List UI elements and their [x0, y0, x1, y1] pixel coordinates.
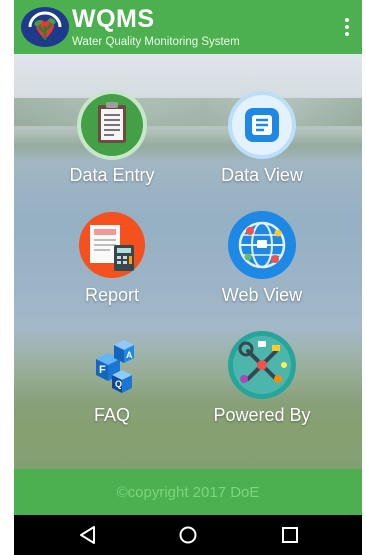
- svg-text:Q: Q: [115, 379, 122, 389]
- clipboard-icon: [77, 90, 147, 160]
- faq-cubes-icon: F A Q: [96, 340, 134, 393]
- report-label: Report: [84, 285, 140, 305]
- powered-by-label: Powered By: [213, 405, 311, 425]
- app-screen: WQMS Water Quality Monitoring System Dat…: [14, 0, 362, 555]
- app-title: WQMS: [72, 5, 155, 33]
- data-entry-button[interactable]: Data Entry: [37, 89, 187, 186]
- back-icon[interactable]: [76, 523, 100, 547]
- data-view-button[interactable]: Data View: [187, 89, 337, 186]
- web-view-button[interactable]: Web View: [187, 209, 337, 306]
- copyright-text: ©copyright 2017 DoE: [116, 483, 260, 501]
- home-content: Data Entry Data View Report Web View F A…: [14, 54, 362, 469]
- data-view-label: Data View: [221, 165, 303, 185]
- footer-bar: ©copyright 2017 DoE: [14, 469, 362, 515]
- app-subtitle: Water Quality Monitoring System: [72, 36, 240, 48]
- globe-network-icon: [228, 211, 296, 279]
- svg-text:A: A: [126, 350, 133, 360]
- tools-icon: [228, 331, 296, 399]
- recents-icon[interactable]: [278, 523, 302, 547]
- report-calculator-icon: [79, 212, 145, 278]
- report-button[interactable]: Report: [37, 209, 187, 306]
- system-navigation-bar: [14, 515, 362, 555]
- data-entry-label: Data Entry: [69, 165, 155, 185]
- app-bar: WQMS Water Quality Monitoring System: [14, 0, 362, 54]
- faq-button[interactable]: F A Q FAQ: [37, 329, 187, 426]
- document-view-icon: [228, 91, 296, 159]
- faq-label: FAQ: [93, 405, 130, 425]
- more-vertical-icon[interactable]: [340, 14, 354, 40]
- wqms-logo-icon: [21, 7, 69, 47]
- home-icon[interactable]: [176, 523, 200, 547]
- svg-text:F: F: [99, 364, 106, 376]
- powered-by-button[interactable]: Powered By: [187, 329, 337, 426]
- web-view-label: Web View: [221, 285, 303, 305]
